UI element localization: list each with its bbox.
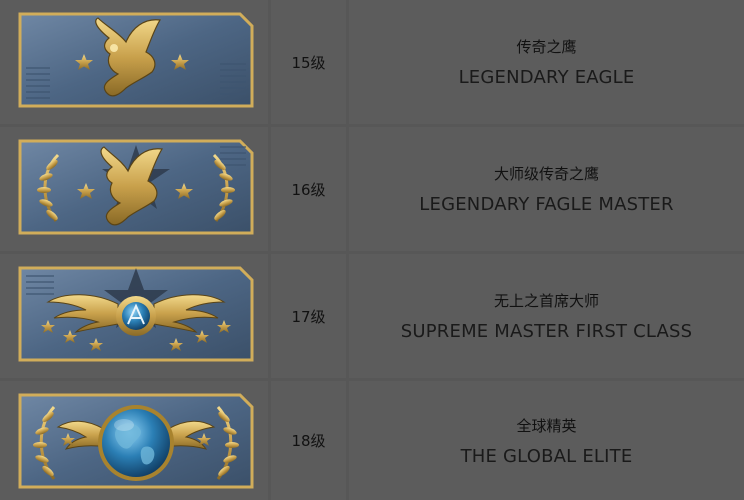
rank-level: 17级 bbox=[291, 307, 326, 326]
level-cell: 15级 bbox=[271, 0, 346, 124]
rank-row-17: 17级 无上之首席大师 SUPREME MASTER FIRST CLASS bbox=[0, 254, 744, 378]
level-cell: 17级 bbox=[271, 254, 346, 378]
global-elite-icon bbox=[18, 393, 254, 489]
rank-table: 15级 传奇之鹰 LEGENDARY EAGLE 16级 大师级传奇之鹰 LEG… bbox=[0, 0, 744, 500]
rank-name-english: SUPREME MASTER FIRST CLASS bbox=[400, 321, 693, 342]
legendary-eagle-master-icon bbox=[18, 139, 254, 235]
rank-name-chinese: 全球精英 bbox=[516, 416, 577, 435]
rank-row-15: 15级 传奇之鹰 LEGENDARY EAGLE bbox=[0, 0, 744, 124]
rank-name-english: THE GLOBAL ELITE bbox=[460, 445, 633, 467]
rank-level: 18级 bbox=[291, 432, 326, 450]
rank-row-18: 18级 全球精英 THE GLOBAL ELITE bbox=[0, 381, 744, 500]
legendary-eagle-icon bbox=[18, 12, 254, 108]
name-cell: 全球精英 THE GLOBAL ELITE bbox=[349, 381, 744, 500]
badge-cell bbox=[0, 254, 268, 378]
level-cell: 18级 bbox=[271, 381, 346, 500]
badge-cell bbox=[0, 0, 268, 124]
rank-level: 16级 bbox=[291, 180, 326, 199]
name-cell: 大师级传奇之鹰 LEGENDARY FAGLE MASTER bbox=[349, 127, 744, 251]
name-cell: 无上之首席大师 SUPREME MASTER FIRST CLASS bbox=[349, 254, 744, 378]
rank-level: 15级 bbox=[291, 53, 326, 72]
supreme-master-icon bbox=[18, 266, 254, 362]
rank-name-chinese: 无上之首席大师 bbox=[493, 292, 599, 310]
name-cell: 传奇之鹰 LEGENDARY EAGLE bbox=[349, 0, 744, 124]
badge-cell bbox=[0, 127, 268, 251]
level-cell: 16级 bbox=[271, 127, 346, 251]
rank-name-english: LEGENDARY EAGLE bbox=[458, 67, 635, 88]
rank-name-chinese: 大师级传奇之鹰 bbox=[493, 165, 599, 183]
rank-name-english: LEGENDARY FAGLE MASTER bbox=[419, 194, 674, 215]
rank-name-chinese: 传奇之鹰 bbox=[516, 38, 577, 56]
rank-row-16: 16级 大师级传奇之鹰 LEGENDARY FAGLE MASTER bbox=[0, 127, 744, 251]
badge-cell bbox=[0, 381, 268, 500]
